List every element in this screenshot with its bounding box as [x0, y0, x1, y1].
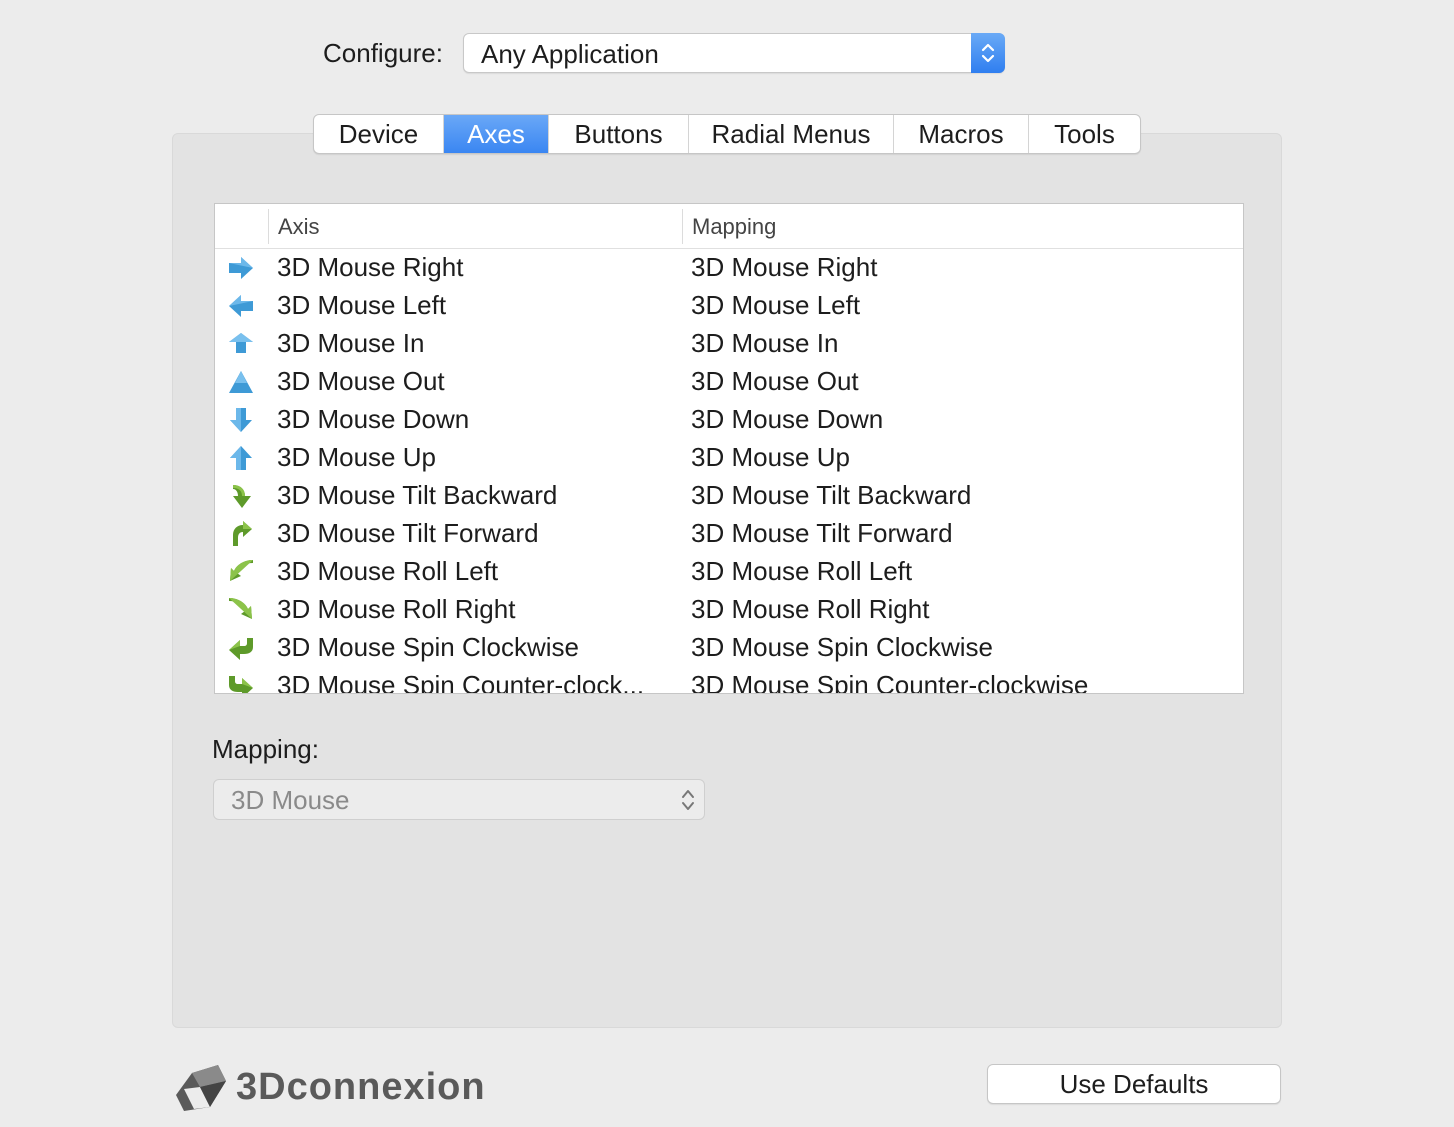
- axis-cell: 3D Mouse Out: [277, 366, 445, 396]
- mapping-cell: 3D Mouse Roll Left: [691, 556, 913, 586]
- tilt-forward-icon: [227, 521, 255, 547]
- spin-clockwise-icon: [227, 635, 255, 661]
- popup-stepper-icon: [680, 786, 696, 814]
- table-row[interactable]: 3D Mouse In 3D Mouse In: [215, 325, 1243, 363]
- tab-macros[interactable]: Macros: [894, 115, 1029, 153]
- mapping-cell: 3D Mouse Left: [691, 290, 861, 320]
- use-defaults-button[interactable]: Use Defaults: [987, 1064, 1281, 1104]
- arrow-in-icon: [227, 331, 255, 357]
- axis-cell: 3D Mouse Tilt Forward: [277, 518, 539, 548]
- table-row[interactable]: 3D Mouse Roll Left 3D Mouse Roll Left: [215, 553, 1243, 591]
- axis-cell: 3D Mouse Up: [277, 442, 436, 472]
- arrow-down-icon: [227, 407, 255, 433]
- mapping-popup[interactable]: 3D Mouse: [213, 779, 705, 820]
- mapping-cell: 3D Mouse Roll Right: [691, 594, 930, 624]
- column-header-axis[interactable]: Axis: [278, 204, 320, 249]
- tab-tools[interactable]: Tools: [1029, 115, 1140, 153]
- axis-cell: 3D Mouse Tilt Backward: [277, 480, 558, 510]
- arrow-out-icon: [227, 369, 255, 395]
- mapping-cell: 3D Mouse Right: [691, 252, 878, 282]
- axis-cell: 3D Mouse Down: [277, 404, 470, 434]
- tab-bar: Device Axes Buttons Radial Menus Macros …: [313, 114, 1141, 154]
- mapping-cell: 3D Mouse Tilt Backward: [691, 480, 972, 510]
- logo-cube-icon: [176, 1065, 226, 1111]
- tab-axes[interactable]: Axes: [444, 115, 549, 153]
- axis-cell: 3D Mouse Spin Clockwise: [277, 632, 580, 662]
- configure-popup[interactable]: Any Application: [463, 33, 1005, 73]
- table-row[interactable]: 3D Mouse Tilt Backward 3D Mouse Tilt Bac…: [215, 477, 1243, 515]
- header-separator: [682, 209, 683, 244]
- mapping-popup-value: 3D Mouse: [231, 785, 350, 815]
- table-row[interactable]: 3D Mouse Down 3D Mouse Down: [215, 401, 1243, 439]
- 3dconnexion-logo: 3Dconnexion: [170, 1055, 490, 1115]
- spin-counter-clockwise-icon: [227, 673, 255, 693]
- mapping-cell: 3D Mouse Down: [691, 404, 884, 434]
- axes-table[interactable]: Axis Mapping 3D Mouse Right 3D Mouse Rig…: [214, 203, 1244, 694]
- axis-cell: 3D Mouse Left: [277, 290, 447, 320]
- roll-left-icon: [227, 559, 255, 585]
- axis-cell: 3D Mouse Spin Counter-clock...: [277, 670, 645, 694]
- mapping-cell: 3D Mouse Tilt Forward: [691, 518, 953, 548]
- preferences-window: Configure: Any Application Device Axes B…: [0, 0, 1454, 1127]
- mapping-cell: 3D Mouse In: [691, 328, 839, 358]
- mapping-cell: 3D Mouse Spin Clockwise: [691, 632, 994, 662]
- table-row[interactable]: 3D Mouse Spin Clockwise 3D Mouse Spin Cl…: [215, 629, 1243, 667]
- roll-right-icon: [227, 597, 255, 623]
- axis-cell: 3D Mouse Roll Right: [277, 594, 516, 624]
- axis-cell: 3D Mouse In: [277, 328, 425, 358]
- table-header: Axis Mapping: [215, 204, 1243, 249]
- table-row[interactable]: 3D Mouse Roll Right 3D Mouse Roll Right: [215, 591, 1243, 629]
- tilt-backward-icon: [227, 483, 255, 509]
- logo-wordmark: 3Dconnexion: [236, 1066, 486, 1108]
- arrow-left-icon: [227, 293, 255, 319]
- header-separator: [268, 209, 269, 244]
- column-header-mapping[interactable]: Mapping: [692, 204, 776, 249]
- mapping-cell: 3D Mouse Out: [691, 366, 859, 396]
- configure-label: Configure:: [323, 38, 443, 68]
- configure-popup-value: Any Application: [481, 39, 659, 69]
- popup-stepper-icon: [971, 33, 1005, 73]
- table-body: 3D Mouse Right 3D Mouse Right 3D Mouse L…: [215, 249, 1243, 694]
- table-row[interactable]: 3D Mouse Spin Counter-clock... 3D Mouse …: [215, 667, 1243, 694]
- table-row[interactable]: 3D Mouse Up 3D Mouse Up: [215, 439, 1243, 477]
- mapping-cell: 3D Mouse Up: [691, 442, 850, 472]
- axis-cell: 3D Mouse Right: [277, 252, 464, 282]
- table-row[interactable]: 3D Mouse Right 3D Mouse Right: [215, 249, 1243, 287]
- tab-buttons[interactable]: Buttons: [549, 115, 689, 153]
- table-row[interactable]: 3D Mouse Tilt Forward 3D Mouse Tilt Forw…: [215, 515, 1243, 553]
- tab-radial-menus[interactable]: Radial Menus: [689, 115, 894, 153]
- axis-cell: 3D Mouse Roll Left: [277, 556, 499, 586]
- mapping-label: Mapping:: [212, 734, 319, 764]
- tab-device[interactable]: Device: [314, 115, 444, 153]
- mapping-cell: 3D Mouse Spin Counter-clockwise: [691, 670, 1089, 694]
- arrow-right-icon: [227, 255, 255, 281]
- table-row[interactable]: 3D Mouse Left 3D Mouse Left: [215, 287, 1243, 325]
- table-row[interactable]: 3D Mouse Out 3D Mouse Out: [215, 363, 1243, 401]
- arrow-up-icon: [227, 445, 255, 471]
